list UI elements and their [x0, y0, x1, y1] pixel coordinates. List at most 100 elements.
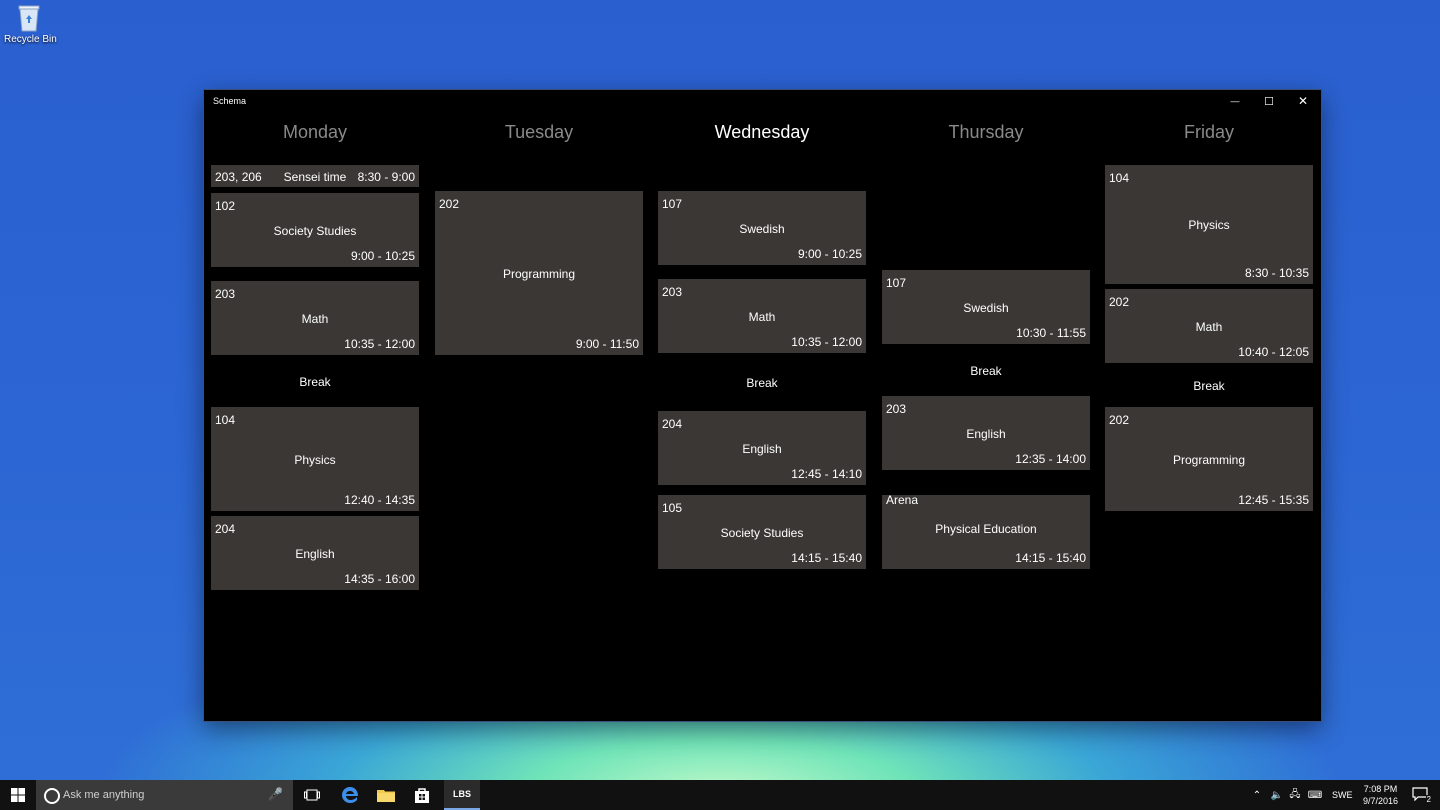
store-button[interactable]	[404, 780, 440, 810]
lesson-room: 107	[886, 276, 907, 290]
close-button[interactable]: ✕	[1286, 90, 1320, 112]
title-bar[interactable]: Schema — ☐ ✕	[204, 90, 1321, 112]
lesson-time: 8:30 - 9:00	[357, 170, 415, 184]
lesson-subject: Programming	[1172, 453, 1246, 467]
clock-date: 9/7/2016	[1362, 796, 1398, 806]
day-header-monday: Monday	[282, 122, 348, 142]
lesson-card[interactable]: 203 Math 10:35 - 12:00	[211, 281, 419, 355]
lesson-room: 202	[1109, 295, 1130, 309]
lesson-subject: Society Studies	[720, 526, 804, 540]
lesson-room: 202	[1109, 413, 1130, 427]
store-bag-icon	[415, 788, 429, 803]
windows-logo-icon	[11, 788, 25, 802]
lesson-room: 104	[1109, 171, 1130, 185]
file-explorer-button[interactable]	[368, 780, 404, 810]
lesson-card[interactable]: 202 Programming 12:45 - 15:35	[1105, 407, 1313, 511]
lesson-subject: Swedish	[739, 222, 785, 236]
lesson-room: 203	[662, 285, 683, 299]
lesson-time: 14:35 - 16:00	[344, 572, 415, 586]
lesson-subject: Physics	[294, 453, 336, 467]
edge-browser-button[interactable]	[332, 780, 368, 810]
lesson-card[interactable]: 202 Math 10:40 - 12:05	[1105, 289, 1313, 363]
break-label: Break	[299, 375, 331, 389]
lesson-subject: Math	[748, 310, 776, 324]
break-label: Break	[746, 376, 778, 390]
lesson-time: 10:30 - 11:55	[1016, 326, 1086, 340]
start-button[interactable]	[0, 780, 36, 810]
close-icon: ✕	[1297, 94, 1309, 108]
minimize-icon: —	[1230, 96, 1240, 106]
lesson-card[interactable]: 203 English 12:35 - 14:00	[882, 396, 1090, 470]
lesson-card[interactable]: 202 Programming 9:00 - 11:50	[435, 191, 643, 355]
lesson-room: 203	[215, 287, 236, 301]
maximize-icon: ☐	[1264, 95, 1274, 108]
lesson-room: 204	[662, 417, 683, 431]
lesson-subject: Physical Education	[935, 522, 1037, 536]
lesson-card[interactable]: 102 Society Studies 9:00 - 10:25	[211, 193, 419, 267]
lesson-card[interactable]: 107 Swedish 10:30 - 11:55	[882, 270, 1090, 344]
lesson-time: 8:30 - 10:35	[1244, 266, 1309, 280]
lesson-card[interactable]: 203, 206 Sensei time 8:30 - 9:00	[211, 165, 419, 187]
lesson-room: 204	[215, 522, 236, 536]
microphone-icon[interactable]: 🎤	[268, 787, 283, 801]
lesson-time: 10:35 - 12:00	[791, 335, 862, 349]
lesson-card[interactable]: 105 Society Studies 14:15 - 15:40	[658, 495, 866, 569]
lesson-subject: Math	[301, 312, 329, 326]
task-view-icon	[304, 789, 320, 801]
lesson-time: 14:15 - 15:40	[1015, 551, 1086, 565]
lesson-card[interactable]: 107 Swedish 9:00 - 10:25	[658, 191, 866, 265]
taskbar: Ask me anything 🎤 LBS ⌃ 🔈 🖧 ⌨ SWE 7:08 P…	[0, 780, 1440, 810]
maximize-button[interactable]: ☐	[1252, 90, 1286, 112]
lesson-time: 10:40 - 12:05	[1238, 345, 1309, 359]
lesson-card[interactable]: 204 English 14:35 - 16:00	[211, 516, 419, 590]
recycle-bin-shortcut[interactable]: Recycle Bin	[4, 4, 57, 45]
action-center-button[interactable]: 2	[1412, 787, 1432, 804]
lesson-time: 12:35 - 14:00	[1015, 452, 1086, 466]
lesson-time: 12:45 - 14:10	[791, 467, 862, 481]
lesson-subject: English	[742, 442, 782, 456]
lesson-room: 202	[439, 197, 460, 211]
lesson-room: 104	[215, 413, 236, 427]
lesson-subject: English	[966, 427, 1006, 441]
edge-icon	[342, 787, 358, 803]
task-view-button[interactable]	[294, 780, 330, 810]
lesson-time: 12:40 - 14:35	[344, 493, 415, 507]
recycle-bin-label: Recycle Bin	[4, 34, 57, 45]
lesson-room: 107	[662, 197, 683, 211]
lesson-room: 203	[886, 402, 907, 416]
input-language[interactable]: SWE	[1332, 790, 1353, 800]
lesson-room: Arena	[886, 493, 919, 507]
cortana-search-box[interactable]: Ask me anything 🎤	[36, 780, 293, 810]
lesson-time: 9:00 - 11:50	[575, 337, 639, 351]
lesson-subject: Society Studies	[273, 224, 357, 238]
lesson-subject: Physics	[1188, 218, 1230, 232]
lesson-card[interactable]: 204 English 12:45 - 14:10	[658, 411, 866, 485]
lesson-time: 12:45 - 15:35	[1238, 493, 1309, 507]
lesson-card[interactable]: 104 Physics 12:40 - 14:35	[211, 407, 419, 511]
volume-icon[interactable]: 🔈	[1268, 790, 1286, 801]
break-label: Break	[1193, 379, 1225, 393]
lesson-card[interactable]: 104 Physics 8:30 - 10:35	[1105, 165, 1313, 284]
clock[interactable]: 7:08 PM 9/7/2016	[1363, 783, 1398, 807]
day-header-tuesday: Tuesday	[504, 122, 574, 142]
search-placeholder: Ask me anything	[63, 789, 145, 801]
lbs-app-button[interactable]: LBS	[444, 780, 480, 810]
minimize-button[interactable]: —	[1218, 90, 1252, 112]
lesson-subject: English	[295, 547, 335, 561]
lesson-card[interactable]: 203 Math 10:35 - 12:00	[658, 279, 866, 353]
cortana-icon	[44, 788, 60, 804]
network-icon[interactable]: 🖧	[1286, 787, 1304, 804]
show-hidden-icons-chevron-icon[interactable]: ⌃	[1250, 790, 1264, 801]
lesson-time: 9:00 - 10:25	[350, 249, 415, 263]
schema-app-window: Schema — ☐ ✕ Monday Tuesday Wednesday Th…	[204, 90, 1321, 721]
lesson-time: 14:15 - 15:40	[791, 551, 862, 565]
clock-time: 7:08 PM	[1363, 784, 1398, 794]
lesson-time: 9:00 - 10:25	[797, 247, 862, 261]
lesson-subject: Programming	[502, 267, 576, 281]
system-tray: ⌃ 🔈 🖧 ⌨ SWE	[1250, 780, 1353, 810]
keyboard-icon[interactable]: ⌨	[1304, 790, 1326, 801]
lesson-card[interactable]: Arena Physical Education 14:15 - 15:40	[882, 493, 1090, 569]
window-title: Schema	[213, 96, 247, 106]
lesson-subject: Math	[1195, 320, 1223, 334]
folder-icon	[377, 790, 395, 802]
